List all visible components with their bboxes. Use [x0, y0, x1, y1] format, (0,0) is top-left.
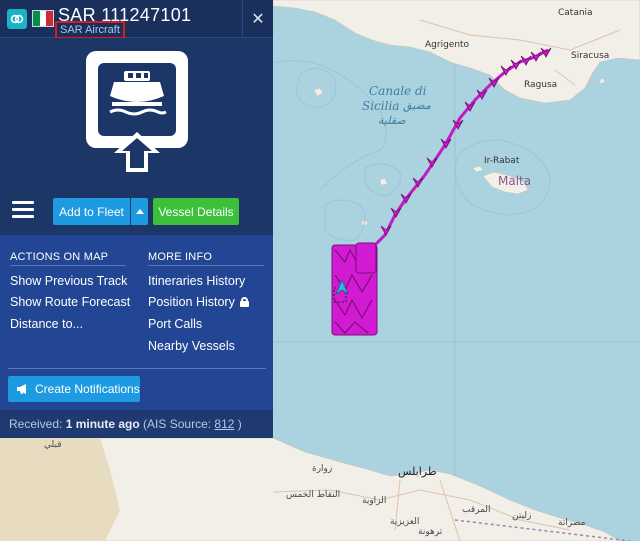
place-tripoli: طرابلس [398, 465, 437, 478]
place-tarhuna: ترهونة [418, 527, 443, 537]
show-previous-track-link[interactable]: Show Previous Track [10, 274, 127, 288]
add-to-fleet-button[interactable]: Add to Fleet [53, 198, 130, 225]
position-history-link[interactable]: Position History [148, 295, 249, 309]
close-icon: ✕ [251, 11, 265, 28]
received-prefix: Received: [9, 417, 66, 431]
divider [148, 265, 264, 266]
vessel-details-button[interactable]: Vessel Details [153, 198, 239, 225]
actions-on-map-heading: ACTIONS ON MAP [10, 251, 109, 263]
ais-source-link[interactable]: 812 [214, 417, 234, 431]
sea-label-canale-ar2: صقلية [378, 114, 406, 127]
distance-to-link[interactable]: Distance to... [10, 317, 83, 331]
place-zawiya: الزاوية [362, 496, 387, 506]
place-misrata: مصراتة [558, 518, 586, 528]
ais-source-prefix: (AIS Source: [139, 417, 215, 431]
place-zliten: زليتن [512, 511, 532, 521]
vessel-type-label: SAR Aircraft [55, 21, 125, 39]
position-history-label: Position History [148, 295, 235, 309]
close-button[interactable]: ✕ [242, 0, 273, 38]
link-icon[interactable] [7, 9, 27, 29]
place-aziziya: العزيزية [390, 517, 420, 527]
sea-label-canale-ar1: مضيق [403, 99, 431, 112]
sea-label-canale-line1: Canale di [369, 84, 427, 98]
received-status: Received: 1 minute ago (AIS Source: 812 … [0, 410, 273, 438]
sea-label-canale-line2: Sicilia [362, 99, 400, 113]
panel-header: SAR 111247101 SAR Aircraft ✕ [0, 0, 273, 39]
flag-icon [32, 10, 54, 27]
place-qabali: قبلي [44, 440, 62, 450]
vessel-type-icon [86, 51, 188, 172]
place-catania: Catania [558, 8, 593, 18]
place-nafat: النقاط الخمس [286, 490, 341, 500]
place-marqab: المرقب [462, 505, 491, 515]
place-ragusa: Ragusa [524, 80, 558, 90]
desert-area [0, 438, 120, 541]
nearby-vessels-link[interactable]: Nearby Vessels [148, 339, 235, 353]
megaphone-icon [17, 384, 26, 394]
place-ir-rabat: Ir-Rabat [484, 156, 520, 166]
vessel-info-panel: SAR 111247101 SAR Aircraft ✕ Add to Flee… [0, 0, 273, 438]
divider [8, 368, 266, 369]
show-route-forecast-link[interactable]: Show Route Forecast [10, 295, 130, 309]
received-age: 1 minute ago [65, 417, 140, 431]
place-agrigento: Agrigento [425, 40, 470, 50]
hamburger-menu-icon[interactable] [12, 201, 34, 221]
place-zuwara: زوارة [312, 464, 333, 474]
create-notifications-label: Create Notifications [35, 382, 140, 396]
itineraries-history-link[interactable]: Itineraries History [148, 274, 245, 288]
port-calls-link[interactable]: Port Calls [148, 317, 202, 331]
vessel-photo-placeholder[interactable] [0, 38, 273, 188]
more-info-heading: MORE INFO [148, 251, 213, 263]
fleet-dropdown-caret-icon[interactable] [131, 198, 148, 225]
divider [10, 265, 126, 266]
lock-icon [239, 297, 249, 307]
ais-source-suffix: ) [234, 417, 242, 431]
create-notifications-button[interactable]: Create Notifications [8, 376, 140, 402]
country-malta: Malta [498, 174, 532, 188]
place-siracusa: Siracusa [571, 51, 610, 61]
